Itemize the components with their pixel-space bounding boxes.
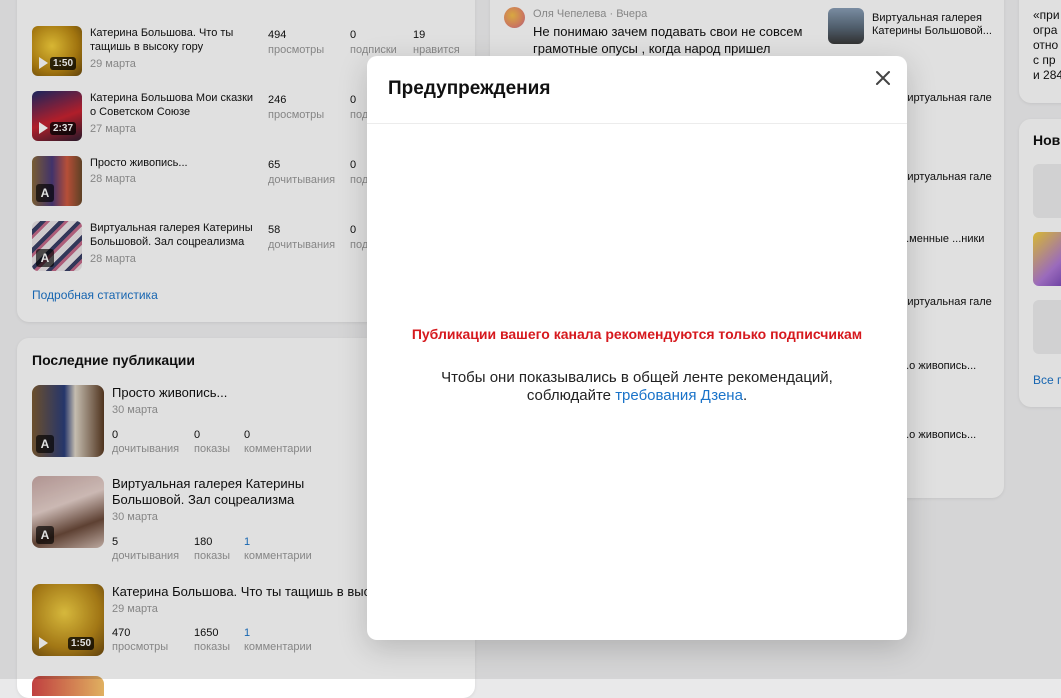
warning-message: Публикации вашего канала рекомендуются т… — [411, 326, 863, 342]
divider — [367, 123, 907, 124]
description-end: . — [742, 387, 748, 404]
warnings-modal: Предупреждения Публикации вашего канала … — [367, 56, 907, 640]
modal-title: Предупреждения — [388, 78, 551, 99]
close-icon[interactable] — [871, 66, 895, 90]
thumbnail — [32, 676, 104, 696]
requirements-link[interactable]: требования Дзена — [615, 387, 743, 404]
warning-description: Чтобы они показывались в общей ленте рек… — [407, 369, 867, 405]
